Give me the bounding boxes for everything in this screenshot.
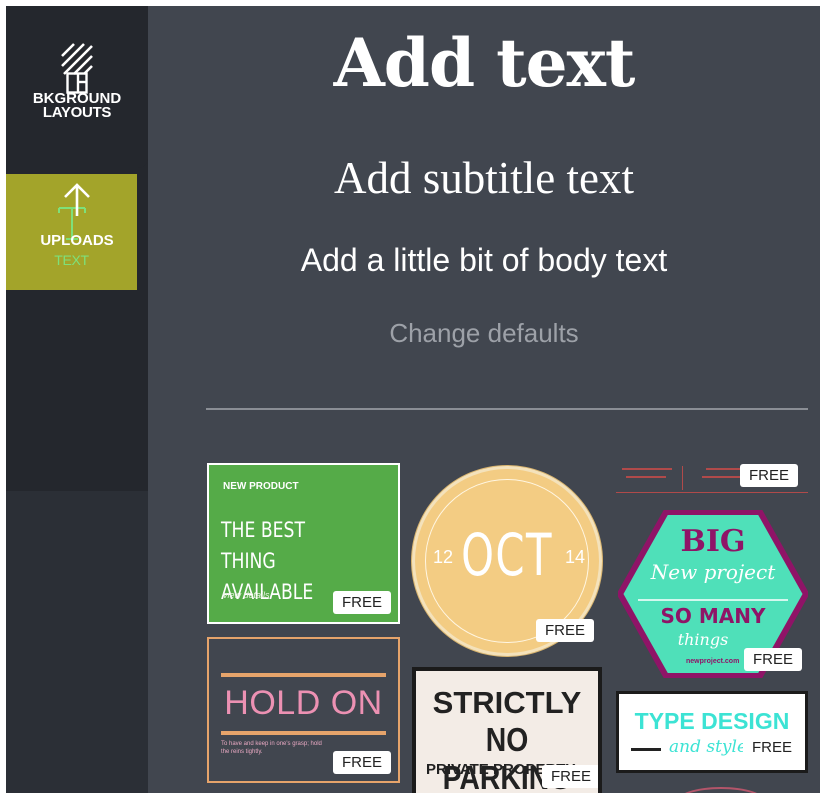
template-text: SO MANY [660, 604, 766, 628]
template-text: newproject.com [686, 658, 740, 665]
free-badge: FREE [333, 751, 392, 774]
template-text: BIG [680, 524, 746, 559]
template-fine-print [622, 468, 672, 470]
template-line [221, 673, 386, 677]
template-text: NEW PRODUCT [223, 481, 299, 492]
free-badge: FREE [744, 648, 803, 671]
template-text: things [677, 630, 729, 649]
template-text: and style [669, 737, 748, 757]
template-line [616, 492, 808, 493]
add-body-text-button[interactable]: Add a little bit of body text [6, 242, 820, 279]
template-hold-on[interactable]: HOLD ON To have and keep in one's grasp;… [207, 637, 400, 783]
free-badge: FREE [542, 765, 598, 788]
template-invitation-strip[interactable]: FREE [616, 462, 808, 500]
add-heading-button[interactable]: Add text [6, 24, 820, 102]
template-text: To have and keep in one's grasp; hold th… [221, 741, 322, 755]
template-type-design[interactable]: TYPE DESIGN and style FREE [616, 691, 808, 773]
template-text: 14 [565, 547, 586, 567]
change-defaults-link[interactable]: Change defaults [6, 318, 820, 349]
template-line [221, 731, 386, 735]
template-text: OCT [461, 521, 553, 589]
template-fine-print [626, 476, 666, 478]
sidebar: LAYOUTS TEXT BKGROUND UPLOADS [6, 6, 148, 793]
add-subtitle-button[interactable]: Add subtitle text [6, 152, 820, 204]
template-partial-bottom[interactable] [676, 787, 766, 793]
template-text: HOLD ON [224, 684, 383, 722]
template-text: New project [650, 560, 776, 584]
template-text: view details [223, 590, 270, 600]
free-badge: FREE [333, 591, 392, 614]
template-big-project[interactable]: BIG New project SO MANY things newprojec… [618, 510, 808, 678]
editor-panel: LAYOUTS TEXT BKGROUND UPLOADS Add text A… [6, 6, 820, 793]
template-text: TYPE DESIGN [634, 708, 790, 734]
template-line [631, 748, 661, 751]
template-new-product[interactable]: NEW PRODUCT THE BEST THING AVAILABLE vie… [207, 463, 400, 624]
free-badge: FREE [743, 736, 802, 759]
template-divider [682, 466, 683, 490]
divider [206, 408, 808, 410]
free-badge: FREE [740, 464, 799, 487]
template-text: STRICTLY [432, 685, 582, 720]
free-badge: FREE [536, 619, 595, 642]
template-no-parking[interactable]: STRICTLY NO PARKING PRIVATE PROPERTY FRE… [412, 667, 602, 793]
